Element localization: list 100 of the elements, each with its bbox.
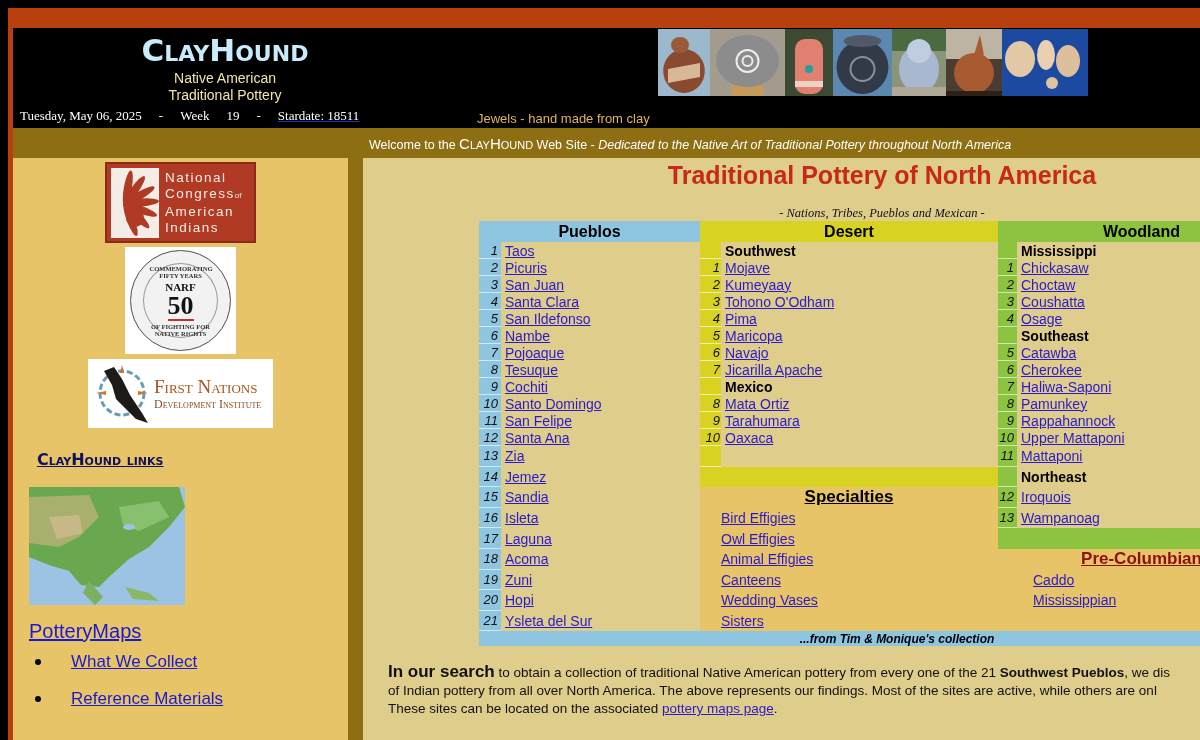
tribe-link[interactable]: Chickasaw bbox=[1017, 259, 1089, 276]
row-number: 5 bbox=[998, 344, 1017, 361]
tribe-link[interactable]: Pima bbox=[721, 310, 757, 327]
tribe-link[interactable]: Catawba bbox=[1017, 344, 1077, 361]
tribe-link[interactable]: Ysleta del Sur bbox=[501, 613, 593, 630]
row-number: 14 bbox=[479, 466, 501, 488]
row-number: 12 bbox=[479, 429, 501, 446]
logo-text: Development Institute bbox=[154, 396, 262, 411]
column-header: Pueblos bbox=[479, 221, 700, 242]
tribe-link[interactable]: Haliwa-Saponi bbox=[1017, 378, 1112, 395]
tribe-link[interactable]: Nambe bbox=[501, 327, 551, 344]
tribe-link[interactable]: Santo Domingo bbox=[501, 395, 602, 412]
row-number: 11 bbox=[998, 446, 1017, 467]
row-number: 8 bbox=[700, 395, 721, 412]
stardate-link[interactable]: Stardate: 18511 bbox=[277, 107, 360, 125]
row-number: 6 bbox=[479, 327, 501, 344]
tribe-link[interactable]: Zia bbox=[501, 448, 525, 465]
tribe-link[interactable]: Cochiti bbox=[501, 378, 548, 395]
tagline: Jewels - hand made from clay bbox=[477, 110, 651, 128]
row-number: 6 bbox=[700, 344, 721, 361]
row-number: 9 bbox=[998, 412, 1017, 429]
row-number: 8 bbox=[479, 361, 501, 378]
tribe-link[interactable]: San Felipe bbox=[501, 412, 572, 429]
row-number: 12 bbox=[998, 487, 1017, 508]
tribe-link[interactable]: Iroquois bbox=[1017, 489, 1071, 506]
tribe-link[interactable]: San Ildefonso bbox=[501, 310, 591, 327]
column-header: Woodland bbox=[998, 221, 1200, 242]
logo-text: NARF bbox=[165, 280, 196, 293]
sidebar-link[interactable]: What We Collect bbox=[71, 651, 198, 672]
group-heading: Southwest bbox=[724, 242, 796, 259]
row-number: 15 bbox=[479, 487, 501, 508]
color-stripe bbox=[998, 327, 1017, 344]
row-number: 20 bbox=[479, 590, 501, 611]
tribe-link[interactable]: Oaxaca bbox=[721, 429, 774, 446]
tribe-link[interactable]: Santa Clara bbox=[501, 293, 579, 310]
tribe-link[interactable]: Wampanoag bbox=[1017, 510, 1100, 527]
tribe-link[interactable]: Choctaw bbox=[1017, 276, 1076, 293]
row-number: 4 bbox=[998, 310, 1017, 327]
date-text: - bbox=[256, 107, 261, 125]
links-heading[interactable]: ClayHound links bbox=[37, 450, 164, 470]
tribe-link[interactable]: Laguna bbox=[501, 530, 552, 547]
row-number: 3 bbox=[479, 276, 501, 293]
date-text: Week bbox=[180, 107, 210, 125]
row-number: 6 bbox=[998, 361, 1017, 378]
tribe-link[interactable]: Rappahannock bbox=[1017, 412, 1116, 429]
site-subtitle: Native American Traditional Pottery bbox=[168, 70, 282, 104]
tribe-link[interactable]: San Juan bbox=[501, 276, 565, 293]
tribe-link[interactable]: Mata Ortiz bbox=[721, 395, 790, 412]
row-number: 1 bbox=[700, 259, 721, 276]
category-link[interactable]: Sisters bbox=[700, 613, 764, 630]
tribe-link[interactable]: Upper Mattaponi bbox=[1017, 429, 1125, 446]
row-number: 8 bbox=[998, 395, 1017, 412]
row-number: 9 bbox=[700, 412, 721, 429]
row-number: 5 bbox=[700, 327, 721, 344]
row-number: 1 bbox=[479, 242, 501, 259]
welcome-text: Welcome to the ClayHound Web Site - Dedicated to the Native Art of Traditional Pottery throughout North America bbox=[369, 134, 1012, 152]
sidebar-link[interactable]: Reference Materials bbox=[71, 688, 224, 709]
tribe-link[interactable]: Tarahumara bbox=[721, 412, 800, 429]
row-number: 10 bbox=[998, 429, 1017, 446]
bullet-icon bbox=[35, 658, 41, 665]
tribe-link[interactable]: Pojoaque bbox=[501, 344, 565, 361]
tribe-link[interactable]: Jicarilla Apache bbox=[721, 361, 823, 378]
color-stripe bbox=[700, 446, 721, 467]
tribe-link[interactable]: Kumeyaay bbox=[721, 276, 792, 293]
group-heading: Mississippi bbox=[1020, 242, 1097, 259]
row-number: 3 bbox=[998, 293, 1017, 310]
sidebar-link[interactable]: PotteryMaps bbox=[29, 619, 142, 643]
pottery-maps-link[interactable]: pottery maps page bbox=[661, 701, 774, 717]
tribe-link[interactable]: Maricopa bbox=[721, 327, 783, 344]
tribe-link[interactable]: Hopi bbox=[501, 592, 534, 609]
row-number: 7 bbox=[479, 344, 501, 361]
tribe-link[interactable]: Mojave bbox=[721, 259, 771, 276]
row-number: 2 bbox=[700, 276, 721, 293]
row-number: 3 bbox=[700, 293, 721, 310]
tribe-link[interactable]: Taos bbox=[501, 242, 535, 259]
tribe-link[interactable]: Cherokee bbox=[1017, 361, 1082, 378]
tribe-link[interactable]: Mattaponi bbox=[1017, 448, 1083, 465]
tribe-link[interactable]: Sandia bbox=[501, 489, 549, 506]
tribe-link[interactable]: Zuni bbox=[501, 571, 533, 588]
tribe-link[interactable]: Navajo bbox=[721, 344, 769, 361]
logo-text: First Nations bbox=[154, 376, 259, 397]
tribe-link[interactable]: Pamunkey bbox=[1017, 395, 1088, 412]
tribe-link[interactable]: Tohono O'Odham bbox=[721, 293, 835, 310]
tribe-link[interactable]: Coushatta bbox=[1017, 293, 1085, 310]
row-number: 16 bbox=[479, 507, 501, 529]
row-number: 4 bbox=[479, 293, 501, 310]
tribe-link[interactable]: Osage bbox=[1017, 310, 1063, 327]
group-heading: Mexico bbox=[724, 378, 773, 395]
row-number: 10 bbox=[700, 429, 721, 446]
tribe-link[interactable]: Santa Ana bbox=[501, 429, 570, 446]
color-stripe bbox=[700, 242, 721, 259]
bullet-icon bbox=[35, 695, 41, 702]
tribe-link[interactable]: Acoma bbox=[501, 551, 549, 568]
tribe-link[interactable]: Tesuque bbox=[501, 361, 558, 378]
date-text: Tuesday, May 06, 2025 bbox=[20, 107, 142, 125]
tribe-link[interactable]: Isleta bbox=[501, 510, 539, 527]
row-number: 19 bbox=[479, 569, 501, 591]
tribe-link[interactable]: Picuris bbox=[501, 259, 547, 276]
tribe-link[interactable]: Jemez bbox=[501, 468, 547, 485]
row-number: 13 bbox=[998, 507, 1017, 529]
